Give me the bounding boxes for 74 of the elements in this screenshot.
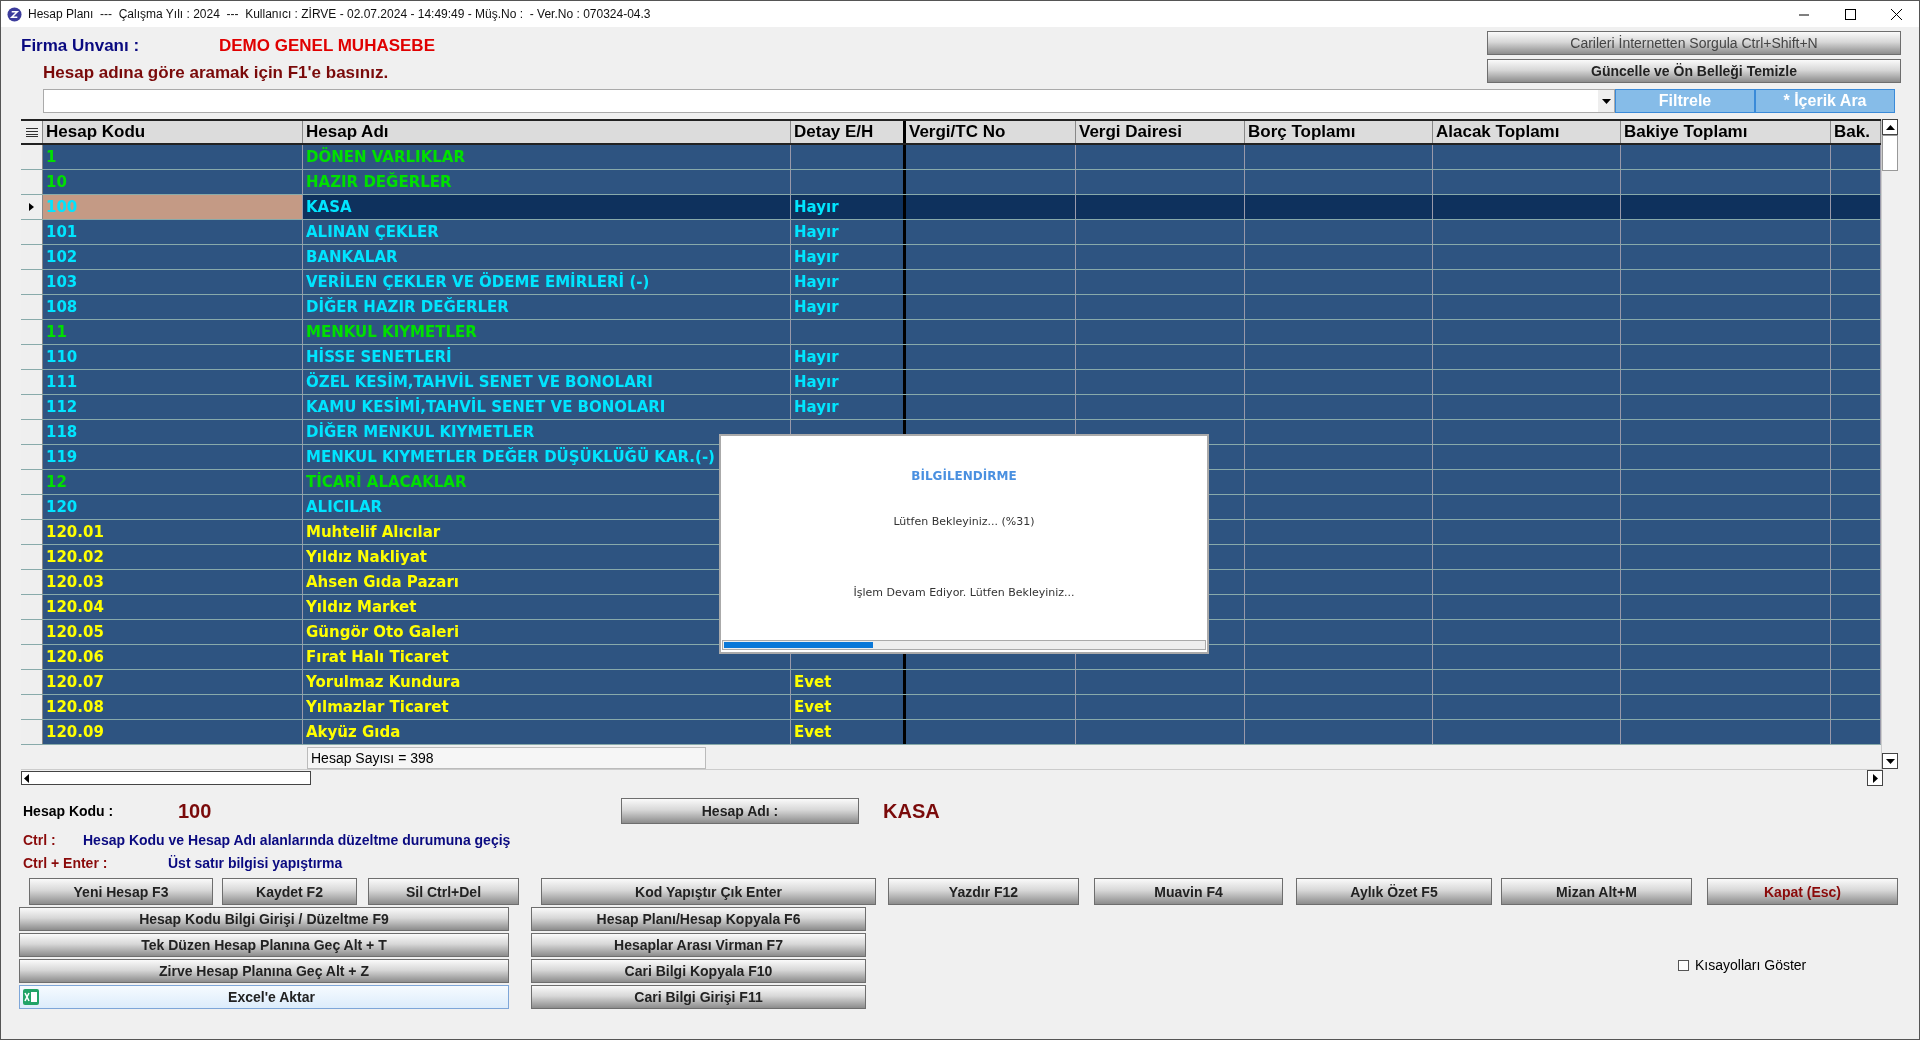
table-cell: Hayır [794,198,839,216]
table-cell: TİCARİ ALACAKLAR [306,473,467,491]
table-cell: Ahsen Gıda Pazarı [306,573,459,591]
company-label: Firma Unvanı : [21,36,141,56]
table-cell: BANKALAR [306,248,398,266]
table-cell: DÖNEN VARLIKLAR [306,148,465,166]
table-cell: Yıldız Market [306,598,417,616]
table-cell: 100 [46,198,78,216]
table-cell: ÖZEL KESİM,TAHVİL SENET VE BONOLARI [306,373,653,391]
shortcut-text: Hesap Kodu ve Hesap Adı alanlarında düzeltme durumuna geçiş [83,831,511,848]
table-cell: DİĞER MENKUL KIYMETLER [306,423,535,441]
table-cell: 112 [46,398,78,416]
table-cell: Yıldız Nakliyat [306,548,427,566]
table-cell: 120.02 [46,548,104,566]
table-cell: Evet [794,673,832,691]
table-cell: 120.07 [46,673,104,691]
table-cell: Hayır [794,348,839,366]
table-cell: VERİLEN ÇEKLER VE ÖDEME EMİRLERİ (-) [306,273,650,291]
table-cell: 12 [46,473,67,491]
table-cell: KASA [306,198,352,216]
account-count: Hesap Sayısı = 398 [307,747,706,769]
name-value: KASA [883,799,940,823]
dialog-title: BİLGİLENDİRME [911,469,1017,483]
table-cell: Hayır [794,373,839,391]
table-cell: KAMU KESİMİ,TAHVİL SENET VE BONOLARI [306,398,666,416]
table-cell: HİSSE SENETLERİ [306,348,452,366]
table-cell: 108 [46,298,78,316]
search-hint: Hesap adına göre aramak için F1'e basınız. [43,63,390,83]
table-cell: 111 [46,373,78,391]
table-cell: Hayır [794,398,839,416]
table-cell: 120.06 [46,648,104,666]
code-label: Hesap Kodu : [23,803,115,819]
code-value: 100 [178,799,213,823]
company-name: DEMO GENEL MUHASEBE [219,36,435,56]
table-cell: MENKUL KIYMETLER [306,323,477,341]
table-cell: 101 [46,223,78,241]
table-cell: 10 [46,173,67,191]
table-cell: 119 [46,448,78,466]
table-cell: 118 [46,423,78,441]
dialog-message: Lütfen Bekleyiniz... (%31) [893,515,1035,528]
table-cell: Muhtelif Alıcılar [306,523,441,541]
table-cell: 102 [46,248,78,266]
table-cell: MENKUL KIYMETLER DEĞER DÜŞÜKLÜĞÜ KAR.(-) [306,448,715,466]
table-cell: 120.04 [46,598,104,616]
table-cell: Güngör Oto Galeri [306,623,460,641]
dialog-status: İşlem Devam Ediyor. Lütfen Bekleyiniz... [853,586,1075,599]
shortcut-key: Ctrl + Enter : [23,854,168,871]
window-title: Hesap Planı --- Çalışma Yılı : 2024 --- Kullanıcı : ZİRVE - 02.07.2024 - 14:49:49 - Müş.No : - Ver.No : 070324-04.3 [28,7,652,21]
table-cell: Hayır [794,298,839,316]
table-cell: Akyüz Gıda [306,723,401,741]
table-cell: 120.03 [46,573,104,591]
table-cell: ALICILAR [306,498,383,516]
table-cell: ALINAN ÇEKLER [306,223,439,241]
table-cell: Evet [794,723,832,741]
table-cell: Yılmazlar Ticaret [306,698,449,716]
table-cell: Yorulmaz Kundura [306,673,461,691]
shortcut-text: Üst satır bilgisi yapıştırma [168,854,343,871]
table-cell: Fırat Halı Ticaret [306,648,449,666]
table-cell: Hayır [794,248,839,266]
table-cell: DİĞER HAZIR DEĞERLER [306,298,509,316]
table-cell: Evet [794,698,832,716]
table-cell: 11 [46,323,67,341]
table-cell: 110 [46,348,78,366]
table-cell: Hayır [794,273,839,291]
shortcut-key: Ctrl : [23,831,83,848]
table-cell: 120.08 [46,698,104,716]
table-cell: 120 [46,498,78,516]
table-cell: 120.09 [46,723,104,741]
table-cell: 103 [46,273,78,291]
table-cell: 1 [46,148,57,166]
table-cell: Hayır [794,223,839,241]
table-cell: HAZIR DEĞERLER [306,173,452,191]
table-cell: 120.01 [46,523,104,541]
table-cell: 120.05 [46,623,104,641]
